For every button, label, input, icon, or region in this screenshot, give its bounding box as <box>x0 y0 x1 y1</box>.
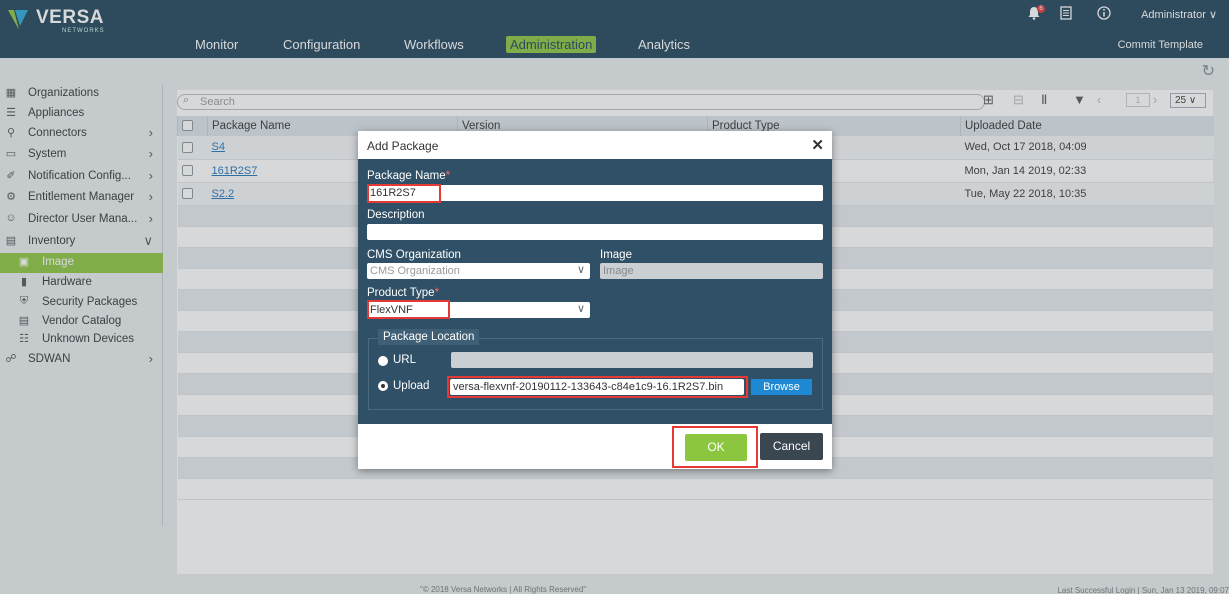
description-label: Description <box>367 209 425 221</box>
add-package-dialog: Add Package ✕ Package Name* 161R2S7 Desc… <box>358 131 832 469</box>
package-location-group <box>368 338 823 410</box>
highlight-box <box>447 376 748 398</box>
browse-button[interactable]: Browse <box>751 379 812 395</box>
upload-radio[interactable] <box>378 381 388 391</box>
url-label: URL <box>393 354 417 366</box>
dialog-footer: OK Cancel <box>358 424 832 469</box>
highlight-box <box>367 300 450 319</box>
image-placeholder: Image <box>603 265 634 277</box>
package-name-label-text: Package Name <box>367 170 446 182</box>
description-input[interactable] <box>367 224 823 240</box>
cancel-button[interactable]: Cancel <box>760 433 823 460</box>
product-type-label-text: Product Type <box>367 287 435 299</box>
package-name-label: Package Name* <box>367 170 450 182</box>
image-label: Image <box>600 249 632 261</box>
highlight-box <box>672 426 758 468</box>
chevron-down-icon: ∨ <box>576 264 585 276</box>
product-type-label: Product Type* <box>367 287 439 299</box>
upload-label: Upload <box>393 380 430 392</box>
url-input <box>451 352 813 368</box>
cms-organization-select[interactable]: CMS Organization ∨ <box>367 263 590 279</box>
required-marker: * <box>434 287 440 299</box>
cms-organization-label: CMS Organization <box>367 249 461 261</box>
image-input: Image <box>600 263 823 279</box>
dialog-header: Add Package ✕ <box>358 131 832 159</box>
package-location-label: Package Location <box>378 329 480 345</box>
chevron-down-icon: ∨ <box>576 303 585 315</box>
highlight-box <box>367 184 441 203</box>
dialog-title: Add Package <box>367 139 439 153</box>
required-marker: * <box>445 170 451 182</box>
close-icon[interactable]: ✕ <box>811 136 824 154</box>
url-radio[interactable] <box>378 356 388 366</box>
cms-organization-placeholder: CMS Organization <box>370 265 460 277</box>
